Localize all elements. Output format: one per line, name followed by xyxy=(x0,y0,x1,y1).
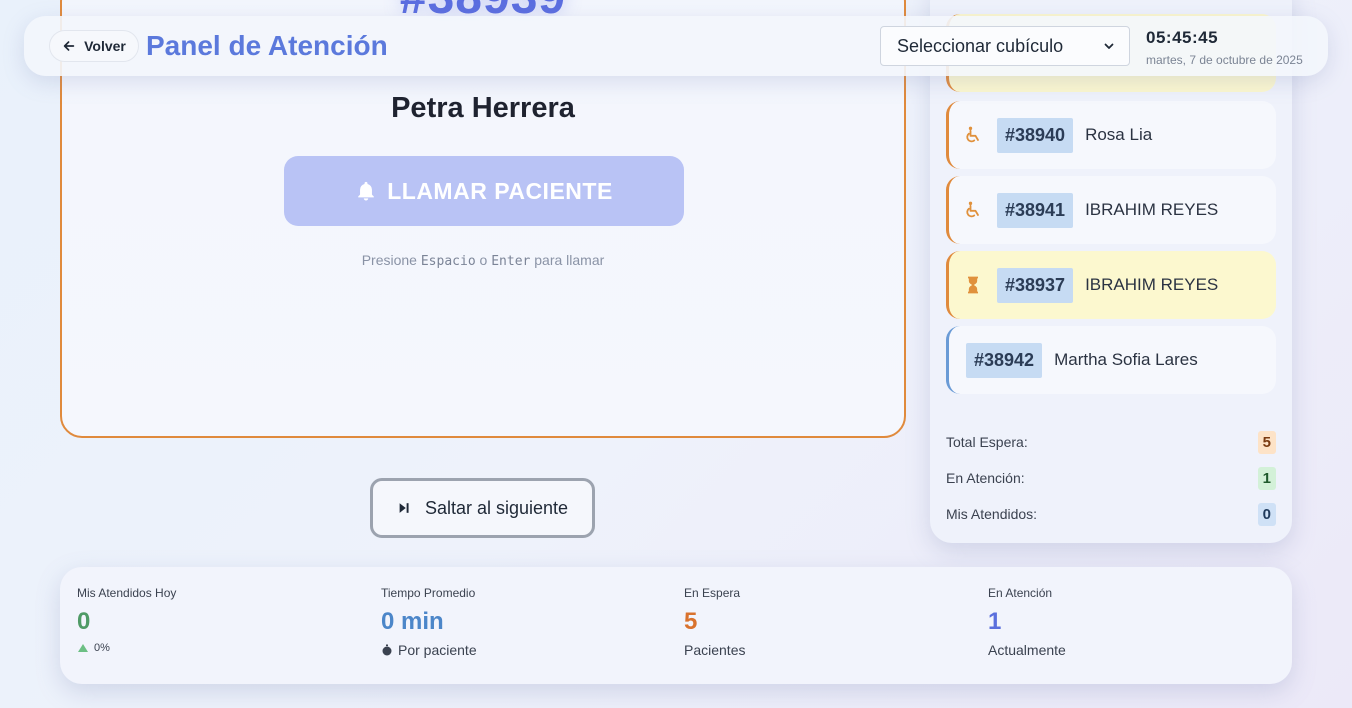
page-title: Panel de Atención xyxy=(146,30,388,61)
bottom-stats: Mis Atendidos Hoy 0 0% Tiempo Promedio 0… xyxy=(60,567,1292,684)
queue-item[interactable]: #38941 IBRAHIM REYES xyxy=(946,176,1276,244)
stat-in-attention-now: En Atención 1 Actualmente xyxy=(988,586,1066,658)
skip-next-icon xyxy=(399,503,409,513)
waiting-value: 5 xyxy=(684,608,698,635)
call-patient-button[interactable]: LLAMAR PACIENTE xyxy=(284,156,684,226)
arrow-up-icon xyxy=(78,644,88,652)
queue-item[interactable]: #38937 IBRAHIM REYES xyxy=(946,251,1276,319)
average-time-value: 0 min xyxy=(381,608,444,635)
call-patient-label: LLAMAR PACIENTE xyxy=(387,177,613,204)
skip-next-label: Saltar al siguiente xyxy=(424,497,569,518)
wheelchair-icon xyxy=(966,201,979,218)
back-label: Volver xyxy=(84,38,126,54)
wheelchair-icon xyxy=(966,126,979,143)
my-attended-badge: 0 xyxy=(1257,502,1276,526)
hourglass-icon xyxy=(968,276,978,294)
queue-ticket-number: #38937 xyxy=(997,267,1074,303)
stat-attended-today: Mis Atendidos Hoy 0 0% xyxy=(77,586,177,654)
stopwatch-icon xyxy=(382,644,392,656)
queue-item[interactable]: #38942 Martha Sofia Lares xyxy=(946,326,1276,394)
attended-today-value: 0 xyxy=(77,608,91,635)
clock-time: 05:45:45 xyxy=(1146,28,1219,47)
queue-patient-name: Martha Sofia Lares xyxy=(1054,350,1198,369)
attended-today-change: 0% xyxy=(94,642,110,654)
queue-patient-name: IBRAHIM REYES xyxy=(1085,200,1219,219)
in-attention-value: 1 xyxy=(988,608,1002,635)
in-attention-badge: 1 xyxy=(1257,466,1276,490)
key-enter: Enter xyxy=(491,254,531,269)
queue-ticket-number: #38940 xyxy=(997,117,1074,153)
queue-ticket-number: #38942 xyxy=(966,342,1043,378)
key-space: Espacio xyxy=(420,254,476,269)
cubicle-select-value: Seleccionar cubículo xyxy=(897,35,1064,56)
stat-total-waiting: Total Espera: 5 xyxy=(946,430,1276,454)
stat-waiting: En Espera 5 Pacientes xyxy=(684,586,746,658)
current-patient-name: Petra Herrera xyxy=(391,92,575,124)
queue-panel: #38940 Rosa Lia #38941 IBRAHIM REYES #38… xyxy=(930,0,1292,543)
chevron-down-icon xyxy=(1104,43,1114,49)
queue-patient-name: IBRAHIM REYES xyxy=(1085,275,1219,294)
back-button[interactable]: Volver xyxy=(49,30,139,62)
keyboard-hint: Presione Espacio o Enter para llamar xyxy=(361,252,605,269)
top-header: Volver Panel de Atención Seleccionar cub… xyxy=(24,16,1328,76)
cubicle-select[interactable]: Seleccionar cubículo xyxy=(880,26,1130,66)
stat-my-attended: Mis Atendidos: 0 xyxy=(946,502,1276,526)
skip-next-button[interactable]: Saltar al siguiente xyxy=(370,478,595,538)
stat-average-time: Tiempo Promedio 0 min Por paciente xyxy=(381,586,477,658)
clock-date: martes, 7 de octubre de 2025 xyxy=(1146,53,1303,67)
queue-item[interactable]: #38940 Rosa Lia xyxy=(946,101,1276,169)
total-waiting-badge: 5 xyxy=(1257,430,1276,454)
queue-patient-name: Rosa Lia xyxy=(1085,125,1153,144)
bell-icon xyxy=(358,181,375,201)
queue-ticket-number: #38941 xyxy=(997,192,1074,228)
arrow-left-icon xyxy=(63,41,75,51)
stat-in-attention: En Atención: 1 xyxy=(946,466,1276,490)
